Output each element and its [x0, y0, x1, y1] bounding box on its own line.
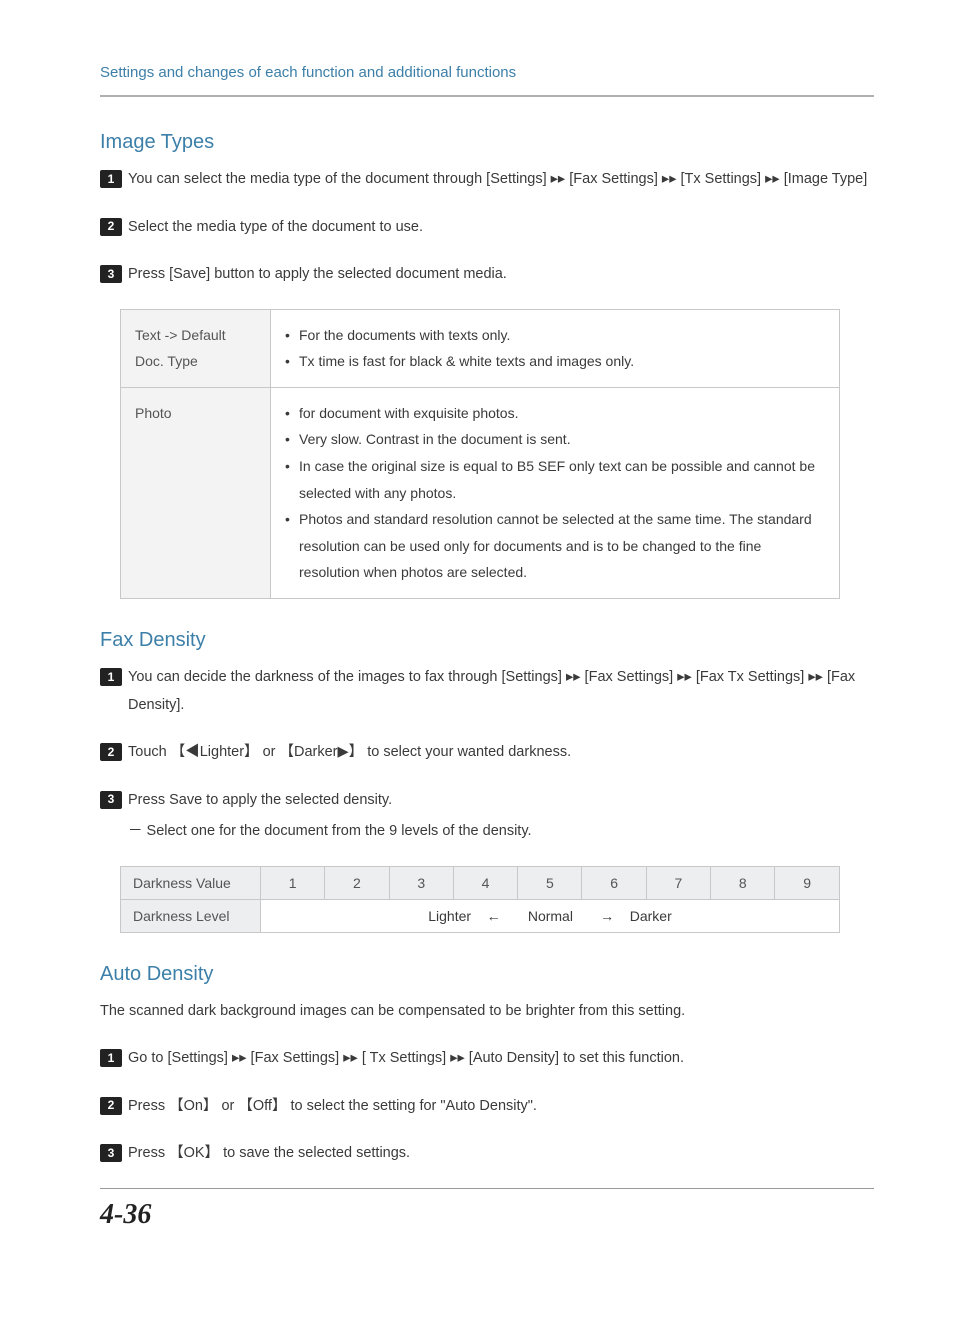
step-row: 3 Press 【OK】 to save the selected settin…	[100, 1140, 874, 1168]
table-cell-content: For the documents with texts only. Tx ti…	[271, 309, 840, 387]
list-item: In case the original size is equal to B5…	[285, 453, 825, 506]
sub-note: － Select one for the document from the 9…	[100, 818, 874, 846]
step-text: You can select the media type of the doc…	[128, 166, 874, 194]
list-item: for document with exquisite photos.	[285, 400, 825, 427]
step-text: Press 【On】 or 【Off】 to select the settin…	[128, 1093, 874, 1121]
step-number-badge: 1	[100, 170, 122, 188]
step-number-badge: 2	[100, 218, 122, 236]
step-number-badge: 2	[100, 743, 122, 761]
table-row: Text -> Default Doc. Type For the docume…	[121, 309, 840, 387]
step-text: Press [Save] button to apply the selecte…	[128, 261, 874, 289]
table-header-cell: 3	[389, 866, 453, 899]
intro-text: The scanned dark background images can b…	[100, 998, 874, 1026]
step-text: Press 【OK】 to save the selected settings…	[128, 1140, 874, 1168]
table-header-cell: 2	[325, 866, 389, 899]
header-divider	[100, 95, 874, 97]
table-cell-span: Lighter ← Normal → Darker	[261, 899, 840, 932]
step-number-badge: 1	[100, 668, 122, 686]
step-text: You can decide the darkness of the image…	[128, 664, 874, 719]
section-title-fax-density: Fax Density	[100, 629, 874, 652]
table-header-cell: 9	[775, 866, 840, 899]
table-header-cell: 1	[261, 866, 325, 899]
step-row: 2 Touch 【◀Lighter】 or 【Darker▶】 to selec…	[100, 739, 874, 767]
step-row: 1 You can decide the darkness of the ima…	[100, 664, 874, 719]
list-item: Photos and standard resolution cannot be…	[285, 506, 825, 586]
step-text: Press Save to apply the selected density…	[128, 787, 874, 815]
step-number-badge: 3	[100, 265, 122, 283]
step-number-badge: 2	[100, 1097, 122, 1115]
step-row: 1 You can select the media type of the d…	[100, 166, 874, 194]
section-title-auto-density: Auto Density	[100, 963, 874, 986]
page-number: 4-36	[100, 1199, 874, 1231]
list-item: For the documents with texts only.	[285, 322, 825, 349]
table-header-label: Darkness Value	[121, 866, 261, 899]
table-row: Photo for document with exquisite photos…	[121, 387, 840, 598]
table-row: Darkness Value 1 2 3 4 5 6 7 8 9	[121, 866, 840, 899]
table-cell-label: Photo	[121, 387, 271, 598]
table-cell-content: for document with exquisite photos. Very…	[271, 387, 840, 598]
table-header-cell: 7	[646, 866, 710, 899]
step-text: Go to [Settings] ▸▸ [Fax Settings] ▸▸ [ …	[128, 1045, 874, 1073]
step-number-badge: 3	[100, 1144, 122, 1162]
step-text: Select the media type of the document to…	[128, 214, 874, 242]
step-row: 1 Go to [Settings] ▸▸ [Fax Settings] ▸▸ …	[100, 1045, 874, 1073]
step-row: 2 Select the media type of the document …	[100, 214, 874, 242]
step-number-badge: 3	[100, 791, 122, 809]
running-header: Settings and changes of each function an…	[100, 64, 874, 81]
step-number-badge: 1	[100, 1049, 122, 1067]
table-header-cell: 4	[453, 866, 517, 899]
step-row: 3 Press Save to apply the selected densi…	[100, 787, 874, 815]
table-row-label: Darkness Level	[121, 899, 261, 932]
table-cell-label: Text -> Default Doc. Type	[121, 309, 271, 387]
image-types-table: Text -> Default Doc. Type For the docume…	[120, 309, 840, 599]
section-title-image-types: Image Types	[100, 131, 874, 154]
footer-divider	[100, 1188, 874, 1189]
step-text: Touch 【◀Lighter】 or 【Darker▶】 to select …	[128, 739, 874, 767]
table-header-cell: 8	[711, 866, 775, 899]
table-header-cell: 5	[518, 866, 582, 899]
step-row: 2 Press 【On】 or 【Off】 to select the sett…	[100, 1093, 874, 1121]
list-item: Very slow. Contrast in the document is s…	[285, 426, 825, 453]
table-header-cell: 6	[582, 866, 646, 899]
step-row: 3 Press [Save] button to apply the selec…	[100, 261, 874, 289]
darkness-table: Darkness Value 1 2 3 4 5 6 7 8 9 Darknes…	[120, 866, 840, 933]
table-row: Darkness Level Lighter ← Normal → Darker	[121, 899, 840, 932]
list-item: Tx time is fast for black & white texts …	[285, 348, 825, 375]
